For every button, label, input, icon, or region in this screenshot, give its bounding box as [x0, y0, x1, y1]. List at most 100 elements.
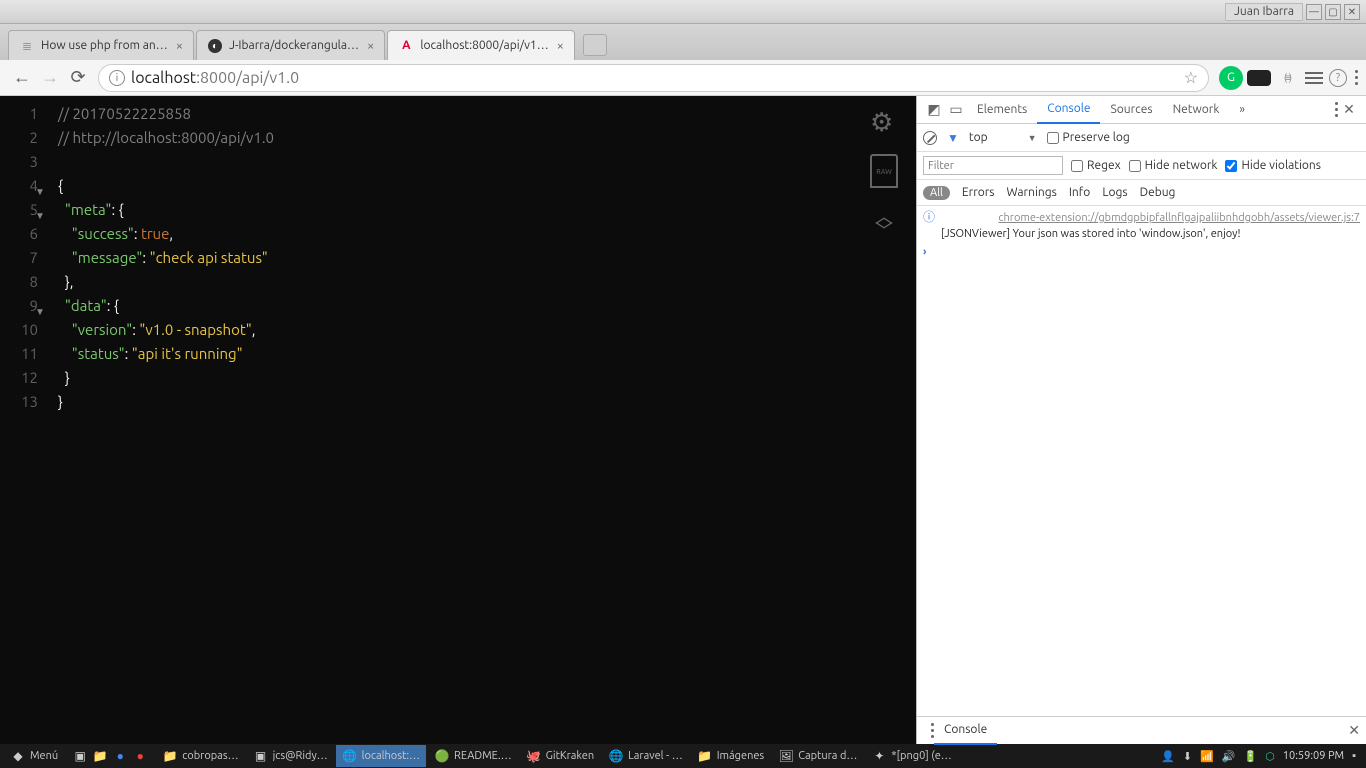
log-source-link[interactable]: chrome-extension://gbmdgpbipfallnflgajpa…	[941, 210, 1360, 226]
level-all[interactable]: All	[923, 186, 950, 200]
tray-wifi-icon[interactable]: 📶	[1200, 750, 1214, 763]
devtools-tab-console[interactable]: Console	[1037, 96, 1100, 124]
console-levels: All Errors Warnings Info Logs Debug	[917, 180, 1366, 206]
viewer-sidebar: ⚙ RAW ︿﹀	[870, 110, 898, 238]
taskbar-item-2[interactable]: 🌐localhost:…	[336, 745, 426, 767]
tab-close-icon[interactable]: ×	[557, 39, 564, 53]
fold-toggle[interactable]: ▼	[34, 204, 46, 228]
taskbar-clock[interactable]: 10:59:09 PM	[1283, 750, 1344, 762]
tray-battery-icon[interactable]: 🔋	[1243, 750, 1257, 763]
hide-violations-checkbox[interactable]: Hide violations	[1225, 159, 1321, 172]
start-menu-label: Menú	[30, 750, 58, 762]
json-viewer: 12345678910111213 // 20170522225858// ht…	[0, 96, 916, 744]
browser-tab-1[interactable]: ◐ J-Ibarra/dockerangula… ×	[196, 30, 385, 60]
level-warnings[interactable]: Warnings	[1007, 186, 1057, 199]
extension-icon-3[interactable]: (≡)	[1275, 66, 1299, 90]
taskbar-item-7[interactable]: 🖼Captura d…	[772, 745, 863, 767]
fold-arrows[interactable]: ︿﹀	[875, 210, 893, 238]
level-errors[interactable]: Errors	[962, 186, 995, 199]
device-toggle-icon[interactable]: ▭	[945, 99, 967, 121]
taskbar-item-0[interactable]: 📁cobropas…	[156, 745, 244, 767]
browser-toolbar: ← → ⟳ i localhost:8000/api/v1.0 ☆ G (≡) …	[0, 60, 1366, 96]
devtools-tab-sources[interactable]: Sources	[1100, 96, 1162, 124]
chevron-down-icon[interactable]: ﹀	[875, 224, 893, 238]
hide-network-label: Hide network	[1145, 159, 1218, 172]
taskbar-app-icon: 🐙	[526, 748, 542, 764]
tab-close-icon[interactable]: ×	[176, 39, 183, 53]
fold-toggle[interactable]: ▼	[34, 180, 46, 204]
start-menu-button[interactable]: ◆Menú	[4, 745, 64, 767]
window-name: Juan Ibarra	[1225, 3, 1303, 21]
address-bar[interactable]: i localhost:8000/api/v1.0 ☆	[98, 64, 1209, 92]
clear-console-icon[interactable]	[923, 131, 937, 145]
taskbar-item-3[interactable]: 🟢 README.…	[428, 745, 518, 767]
tab-title: J-Ibarra/dockerangula…	[229, 39, 359, 52]
extension-icon-1[interactable]: G	[1219, 66, 1243, 90]
help-icon[interactable]: ?	[1329, 69, 1347, 87]
taskbar-item-label: *[png0] (e…	[891, 750, 951, 762]
tray-download-icon[interactable]: ⬇	[1183, 750, 1192, 763]
os-taskbar: ◆Menú ▣📁●● 📁cobropas…▣jcs@Ridy…🌐localhos…	[0, 744, 1366, 768]
gear-icon[interactable]: ⚙	[870, 110, 898, 138]
reload-button[interactable]: ⟳	[64, 64, 92, 92]
drawer-console-tab[interactable]: Console	[934, 717, 997, 745]
console-prompt[interactable]: ›	[923, 246, 1360, 258]
taskbar-item-label: Laravel - …	[628, 750, 683, 762]
devtools-tabs: ◩ ▭ ElementsConsoleSourcesNetwork » ✕	[917, 96, 1366, 124]
site-info-icon[interactable]: i	[109, 70, 125, 86]
taskbar-item-label: GitKraken	[546, 750, 595, 762]
level-debug[interactable]: Debug	[1140, 186, 1176, 199]
taskbar-item-4[interactable]: 🐙 GitKraken	[520, 745, 601, 767]
raw-toggle-button[interactable]: RAW	[870, 154, 898, 188]
forward-button[interactable]: →	[36, 64, 64, 92]
tray-volume-icon[interactable]: 🔊	[1222, 750, 1236, 763]
drawer-close-button[interactable]: ✕	[1348, 722, 1360, 739]
devtools-tab-elements[interactable]: Elements	[967, 96, 1037, 124]
tray-user-icon[interactable]: 👤	[1161, 750, 1175, 763]
taskbar-item-6[interactable]: 📁Imágenes	[691, 745, 771, 767]
level-logs[interactable]: Logs	[1102, 186, 1127, 199]
devtools-more-tabs[interactable]: »	[1229, 96, 1255, 124]
taskbar-item-1[interactable]: ▣jcs@Ridy…	[247, 745, 334, 767]
back-button[interactable]: ←	[8, 64, 36, 92]
taskbar-item-label: Imágenes	[717, 750, 765, 762]
os-titlebar: Juan Ibarra — ▢ ✕	[0, 0, 1366, 24]
fold-toggle[interactable]: ▼	[34, 300, 46, 324]
taskbar-app-icon: 🟢	[434, 748, 450, 764]
window-minimize-button[interactable]: —	[1306, 4, 1322, 20]
taskbar-item-8[interactable]: ✦*[png0] (e…	[865, 745, 957, 767]
filter-icon[interactable]: ▼	[947, 131, 959, 145]
context-selector[interactable]: top ▼	[969, 131, 1037, 144]
devtools-close-button[interactable]: ✕	[1338, 99, 1360, 121]
tab-favicon: ◐	[207, 38, 223, 54]
extension-icon-2[interactable]	[1247, 70, 1271, 86]
level-info[interactable]: Info	[1069, 186, 1091, 199]
taskbar-item-5[interactable]: 🌐Laravel - …	[602, 745, 689, 767]
taskbar-item-label: README.…	[454, 750, 512, 762]
browser-tab-2[interactable]: Alocalhost:8000/api/v1…×	[387, 30, 575, 60]
regex-checkbox[interactable]: Regex	[1071, 159, 1121, 172]
new-tab-button[interactable]	[583, 34, 607, 56]
taskbar-app-icon: 📁	[162, 748, 178, 764]
console-filter-input[interactable]	[923, 156, 1063, 175]
extension-icon-4[interactable]	[1305, 72, 1323, 84]
bookmark-star-icon[interactable]: ☆	[1184, 68, 1198, 87]
quick-launch[interactable]: ▣📁●●	[66, 745, 154, 767]
browser-tab-0[interactable]: ≣How use php from an…×	[8, 30, 194, 60]
url-path: /api/v1.0	[236, 69, 299, 87]
tab-close-icon[interactable]: ×	[367, 39, 374, 53]
devtools-tab-network[interactable]: Network	[1163, 96, 1230, 124]
taskbar-app-icon: ▣	[253, 748, 269, 764]
code-body[interactable]: // 20170522225858// http://localhost:800…	[58, 102, 274, 414]
hide-network-checkbox[interactable]: Hide network	[1129, 159, 1218, 172]
tray-show-desktop[interactable]: ▪	[1352, 750, 1356, 762]
tab-title: How use php from an…	[41, 39, 168, 52]
console-toolbar: ▼ top ▼ Preserve log	[917, 124, 1366, 152]
window-maximize-button[interactable]: ▢	[1325, 4, 1341, 20]
inspect-icon[interactable]: ◩	[923, 99, 945, 121]
window-close-button[interactable]: ✕	[1344, 4, 1360, 20]
preserve-log-checkbox[interactable]: Preserve log	[1047, 131, 1130, 144]
tray-bluetooth-icon[interactable]: ⬡	[1265, 750, 1275, 763]
console-body[interactable]: ⓘ chrome-extension://gbmdgpbipfallnflgaj…	[917, 206, 1366, 716]
chrome-menu-button[interactable]	[1355, 70, 1358, 85]
